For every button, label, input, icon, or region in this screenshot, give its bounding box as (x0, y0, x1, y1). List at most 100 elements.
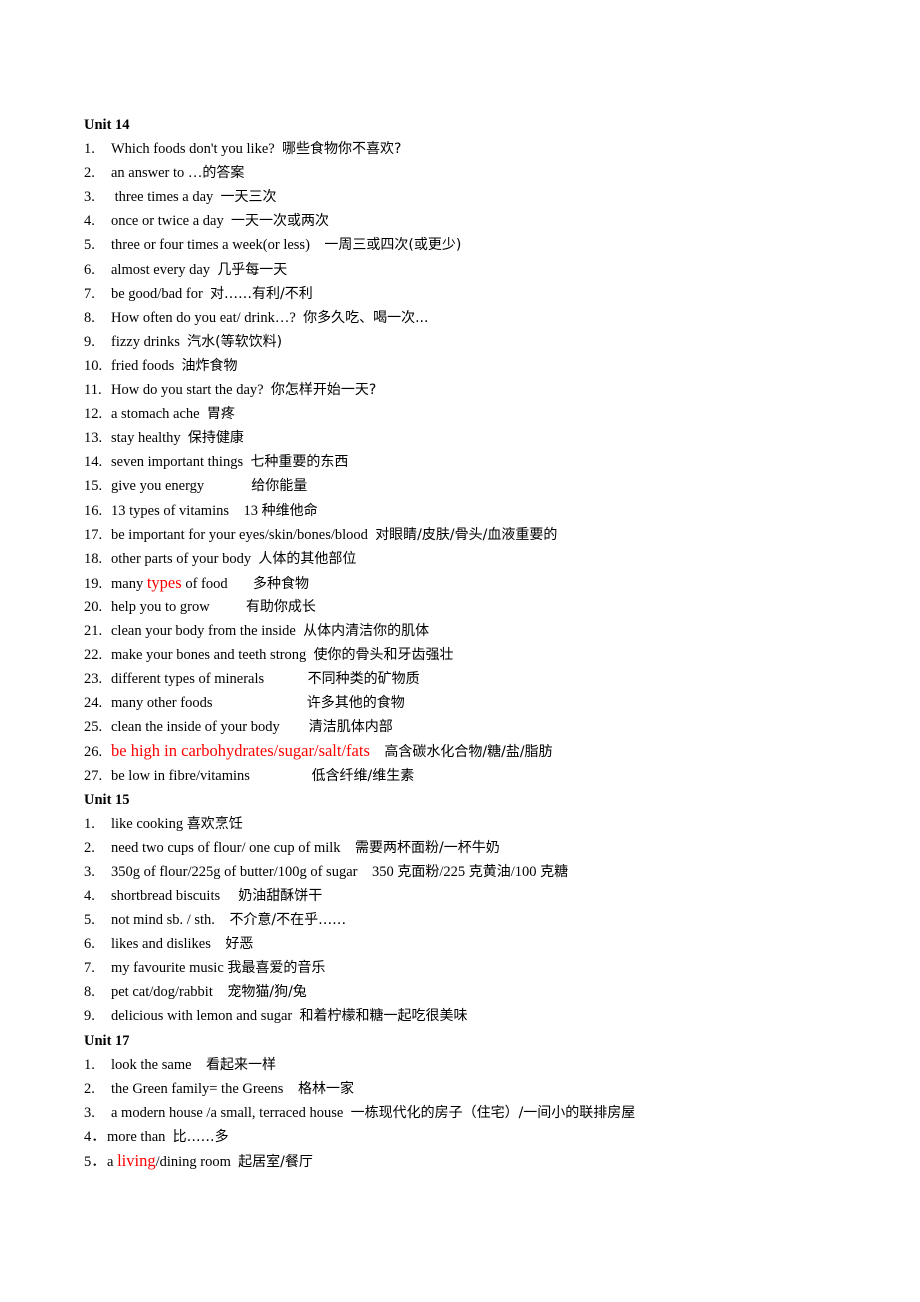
english-phrase: once or twice a day (111, 213, 231, 230)
english-phrase: clean the inside of your body (111, 719, 309, 736)
english-phrase: of food (181, 575, 253, 592)
item-number: 6. (84, 936, 95, 953)
item-number: 1. (84, 815, 95, 832)
english-phrase: /dining room (155, 1154, 239, 1171)
vocab-item: 9. delicious with lemon and sugar 和着柠檬和糖一… (84, 1004, 864, 1028)
chinese-translation: 一天三次 (220, 189, 277, 206)
vocab-item: 17. be important for your eyes/skin/bones… (84, 523, 864, 547)
english-phrase: shortbread biscuits (111, 888, 239, 904)
chinese-translation: 宠物猫/狗/兔 (227, 984, 307, 1001)
english-phrase (370, 744, 385, 760)
item-number: 21. (84, 622, 103, 639)
item-number: 14. (84, 454, 103, 471)
vocab-item: 3. a modern house /a small, terraced hous… (84, 1101, 864, 1125)
item-number: 7. (84, 960, 95, 977)
vocab-item: 24. many other foods 许多其他的食物 (84, 691, 864, 715)
english-phrase: almost every day (111, 261, 218, 278)
english-phrase: not mind sb. / sth. (111, 912, 230, 929)
item-number: 3. (84, 189, 95, 206)
vocab-item: 7. my favourite music 我最喜爱的音乐 (84, 956, 864, 980)
vocab-item: 13. stay healthy 保持健康 (84, 426, 864, 450)
chinese-translation: 给你能量 (251, 478, 308, 495)
item-number: 3. (84, 863, 95, 880)
item-number: 5. (84, 237, 95, 254)
chinese-translation: 清洁肌体内部 (308, 719, 393, 736)
english-phrase: be important for your eyes/skin/bones/bl… (111, 526, 376, 543)
item-number: 8. (84, 984, 95, 1001)
vocab-item: 8. How often do you eat/ drink…? 你多久吃、喝一次… (84, 306, 864, 330)
chinese-translation: 起居室/餐厅 (238, 1154, 313, 1171)
chinese-translation: 喜欢烹饪 (186, 815, 243, 832)
item-number: 4. (84, 213, 95, 230)
item-number: 9. (84, 333, 95, 350)
english-phrase: pet cat/dog/rabbit (111, 984, 228, 1001)
item-number: 24. (84, 695, 103, 712)
item-number: 19. (84, 575, 103, 592)
chinese-translation: 格林一家 (297, 1080, 354, 1097)
english-phrase: my favourite music (111, 960, 228, 977)
chinese-translation: 的答案 (202, 165, 245, 182)
item-number: 16. (84, 502, 103, 519)
item-number: 2. (84, 165, 95, 182)
chinese-translation: 人体的其他部位 (258, 550, 357, 567)
vocab-item: 18. other parts of your body 人体的其他部位 (84, 547, 864, 571)
item-number: 10. (84, 357, 103, 374)
english-phrase: many other foods (111, 695, 307, 712)
vocab-item: 1. look the same 看起来一样 (84, 1053, 864, 1077)
vocab-item: 12. a stomach ache 胃疼 (84, 402, 864, 426)
chinese-translation: 克黄油 (468, 863, 511, 880)
vocab-item: 2. the Green family= the Greens 格林一家 (84, 1077, 864, 1101)
item-number: 1. (84, 141, 95, 158)
english-phrase: seven important things (111, 454, 251, 471)
item-number: 9. (84, 1008, 95, 1025)
english-phrase: many (111, 575, 147, 592)
chinese-translation: 使你的骨头和牙齿强壮 (313, 647, 454, 664)
vocabulary-document: Unit 14 1. Which foods don't you like? 哪些食… (84, 113, 864, 1173)
item-number: 1. (84, 1056, 95, 1073)
english-phrase: Which foods don't you like? (111, 141, 282, 158)
english-phrase: a modern house /a small, terraced house (111, 1104, 351, 1121)
item-number: 22. (84, 647, 103, 664)
item-number: 4． (84, 1128, 106, 1145)
english-phrase: /225 (439, 863, 469, 880)
chinese-translation: 对……有利/不利 (210, 285, 313, 302)
chinese-translation: 从体内清洁你的肌体 (303, 622, 430, 639)
english-phrase: an answer to … (111, 165, 203, 182)
unit-heading: Unit 14 (84, 117, 130, 133)
english-phrase: be low in fibre/vitamins (111, 767, 312, 784)
english-phrase: a stomach ache (111, 406, 207, 423)
chinese-translation: 和着柠檬和糖一起吃很美味 (299, 1008, 468, 1025)
vocab-item: 1. Which foods don't you like? 哪些食物你不喜欢? (84, 137, 864, 161)
english-phrase: like cooking (111, 815, 187, 832)
chinese-translation: 有助你成长 (245, 598, 316, 615)
vocab-item: 15. give you energy 给你能量 (84, 474, 864, 498)
vocab-item: 5. three or four times a week(or less) 一周… (84, 233, 864, 257)
item-number: 5. (84, 912, 95, 929)
vocab-item: 27. be low in fibre/vitamins 低含纤维/维生素 (84, 764, 864, 788)
chinese-translation: 克面粉 (397, 863, 440, 880)
chinese-translation: 比……多 (172, 1128, 229, 1145)
chinese-translation: 许多其他的食物 (306, 695, 405, 712)
english-phrase: fizzy drinks (111, 333, 188, 350)
unit-heading: Unit 15 (84, 791, 130, 808)
chinese-translation: 保持健康 (187, 430, 244, 447)
vocab-item: 9. fizzy drinks 汽水(等软饮料) (84, 330, 864, 354)
vocab-item: 3. three times a day 一天三次 (84, 185, 864, 209)
english-phrase: stay healthy (111, 430, 188, 447)
english-phrase: a (107, 1154, 118, 1171)
vocab-item: 4. once or twice a day 一天一次或两次 (84, 209, 864, 233)
item-number: 13. (84, 430, 103, 447)
chinese-translation: 我最喜爱的音乐 (227, 960, 326, 977)
vocab-item: 11. How do you start the day? 你怎样开始一天? (84, 378, 864, 402)
english-phrase: 350g of flour/225g of butter/100g of sug… (111, 863, 398, 880)
chinese-translation: 你怎样开始一天? (270, 382, 377, 399)
vocab-item: 2. an answer to …的答案 (84, 161, 864, 185)
english-phrase: fried foods (111, 357, 182, 374)
vocab-item: 2. need two cups of flour/ one cup of mil… (84, 836, 864, 860)
english-phrase: more than (107, 1128, 173, 1145)
vocab-item: 7. be good/bad for 对……有利/不利 (84, 282, 864, 306)
chinese-translation: 不介意/不在乎…… (229, 912, 347, 929)
highlighted-phrase: types (146, 572, 182, 592)
vocab-item: 16. 13 types of vitamins 13 种维他命 (84, 499, 864, 523)
chinese-translation: 不同种类的矿物质 (307, 671, 420, 688)
